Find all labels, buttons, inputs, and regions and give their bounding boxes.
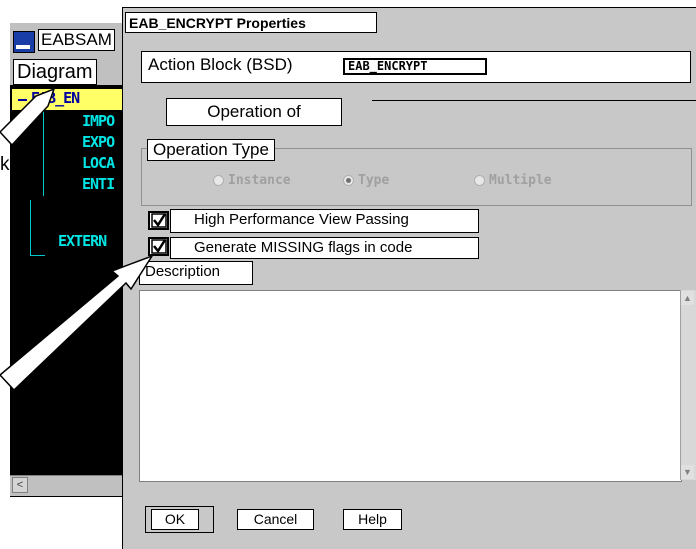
operation-type-legend: Operation Type <box>147 139 275 161</box>
tree-item[interactable]: LOCA <box>82 154 115 172</box>
checkbox-label-missing-flags: Generate MISSING flags in code <box>170 237 479 259</box>
radio-icon <box>213 175 224 186</box>
cancel-button[interactable]: Cancel <box>237 509 314 530</box>
ok-button[interactable]: OK <box>151 509 199 530</box>
tree-expander[interactable] <box>18 99 27 101</box>
action-block-field[interactable]: EAB_ENCRYPT <box>343 58 487 75</box>
radio-instance[interactable]: Instance <box>213 173 291 189</box>
radio-selected-icon <box>343 175 354 186</box>
menu-diagram[interactable]: Diagram <box>13 59 97 85</box>
tree-item[interactable]: ENTI <box>82 175 115 193</box>
description-label: Description <box>139 261 253 285</box>
tree-item-external[interactable]: EXTERN <box>58 232 107 250</box>
tree-item[interactable]: EXPO <box>82 133 115 151</box>
action-block-label: Action Block (BSD) <box>148 55 293 74</box>
checkbox-checked-icon <box>151 239 167 254</box>
radio-label: Type <box>358 173 390 188</box>
checkbox-missing-flags[interactable] <box>148 237 169 256</box>
radio-multiple[interactable]: Multiple <box>474 173 552 189</box>
radio-label: Multiple <box>489 173 552 188</box>
radio-icon <box>474 175 485 186</box>
app-icon <box>13 31 35 53</box>
operation-of-label: Operation of <box>166 98 342 126</box>
tree-line <box>30 200 31 255</box>
checkbox-high-performance[interactable] <box>148 211 169 230</box>
radio-type[interactable]: Type <box>343 173 389 189</box>
help-button[interactable]: Help <box>343 509 402 530</box>
tree-item-root[interactable]: EAB_EN <box>31 89 80 107</box>
tree-line <box>30 255 45 256</box>
tree-line <box>43 111 44 196</box>
stray-label: k <box>0 154 10 175</box>
operation-of-field[interactable] <box>372 100 696 101</box>
background-window-title: EABSAM <box>38 29 115 51</box>
checkbox-label-high-performance: High Performance View Passing <box>170 209 479 233</box>
tree-item[interactable]: IMPO <box>82 112 115 130</box>
scroll-left-icon[interactable]: < <box>12 477 28 493</box>
description-textarea[interactable] <box>139 290 682 482</box>
dialog-title: EAB_ENCRYPT Properties <box>125 12 377 33</box>
checkbox-checked-icon <box>151 213 167 228</box>
description-scrollbar[interactable] <box>680 290 696 480</box>
scroll-down-icon[interactable]: ▼ <box>681 465 694 479</box>
scroll-up-icon[interactable]: ▲ <box>681 291 694 305</box>
radio-label: Instance <box>228 173 291 188</box>
